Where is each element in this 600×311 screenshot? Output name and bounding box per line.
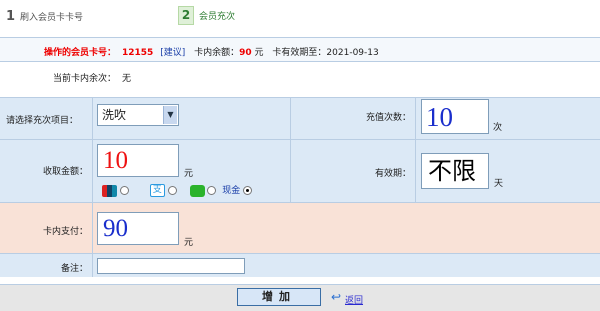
balance-label: 卡内余额：	[194, 48, 240, 58]
remaining-row: 当前卡内余次： 无	[0, 61, 600, 89]
step-1: 1 刷入会员卡卡号	[6, 9, 83, 24]
unionpay-radio[interactable]	[119, 186, 129, 195]
card-number-label: 操作的会员卡号：	[43, 48, 116, 58]
card-pay-row: 卡内支付： 90 元	[0, 202, 600, 254]
expiry-value: 2021-09-13	[326, 48, 379, 58]
step-header: 1 刷入会员卡卡号 2 会员充次	[0, 0, 600, 32]
unionpay-icon	[102, 184, 117, 197]
count-unit: 次	[493, 123, 503, 133]
step-2-number: 2	[178, 6, 194, 25]
back-arrow-icon: ↩	[331, 290, 342, 304]
expiry-label: 卡有效期至：	[272, 48, 327, 58]
balance-value: 90	[239, 48, 252, 58]
remaining-value: 无	[122, 74, 132, 84]
project-select[interactable]: 洗吹 ▼	[97, 104, 179, 126]
note-input[interactable]	[97, 258, 245, 274]
balance-unit: 元	[254, 48, 264, 58]
wechat-pay-radio[interactable]	[207, 186, 217, 195]
validity-label: 有效期：	[374, 169, 411, 179]
card-pay-input[interactable]: 90	[97, 212, 179, 245]
note-label: 备注：	[60, 264, 88, 274]
action-row: 增加 ↩ 返回	[0, 284, 600, 311]
amount-unit: 元	[184, 169, 194, 179]
suggest-link[interactable]: [建议]	[160, 48, 185, 58]
card-pay-label: 卡内支付：	[42, 227, 88, 237]
project-label: 请选择充次项目：	[6, 116, 79, 126]
step-1-label: 刷入会员卡卡号	[20, 13, 84, 23]
cash-radio[interactable]	[243, 186, 253, 195]
amount-input[interactable]: 10	[97, 144, 179, 177]
card-number-value: 12155	[122, 48, 154, 58]
amount-label: 收取金额：	[42, 167, 88, 177]
chevron-down-icon: ▼	[163, 106, 177, 124]
wechat-pay-icon	[189, 184, 205, 197]
count-label: 充值次数：	[365, 113, 411, 123]
amount-row: 收取金额： 10 元 支 现金 有效期： 不限 天	[0, 139, 600, 203]
alipay-radio[interactable]	[167, 186, 177, 195]
card-pay-unit: 元	[184, 238, 194, 248]
alipay-icon: 支	[149, 184, 165, 197]
card-info-values: 12155 [建议] 卡内余额：90 元 卡有效期至：2021-09-13	[122, 45, 379, 58]
validity-input[interactable]: 不限	[421, 153, 489, 189]
add-button[interactable]: 增加	[237, 288, 321, 306]
step-1-number: 1	[6, 9, 16, 24]
count-input[interactable]: 10	[421, 99, 489, 134]
step-2: 2 会员充次	[178, 6, 235, 25]
card-info-row: 操作的会员卡号： 12155 [建议] 卡内余额：90 元 卡有效期至：2021…	[0, 37, 600, 62]
note-row: 备注：	[0, 253, 600, 277]
back-link[interactable]: 返回	[345, 293, 363, 306]
project-row: 请选择充次项目： 洗吹 ▼ 充值次数： 10 次	[0, 97, 600, 140]
validity-unit: 天	[494, 179, 504, 189]
remaining-label: 当前卡内余次：	[52, 74, 116, 84]
payment-methods: 支 现金	[102, 183, 253, 197]
project-select-value: 洗吹	[102, 108, 127, 122]
step-2-label: 会员充次	[199, 12, 236, 22]
cash-label: 现金	[222, 186, 241, 196]
